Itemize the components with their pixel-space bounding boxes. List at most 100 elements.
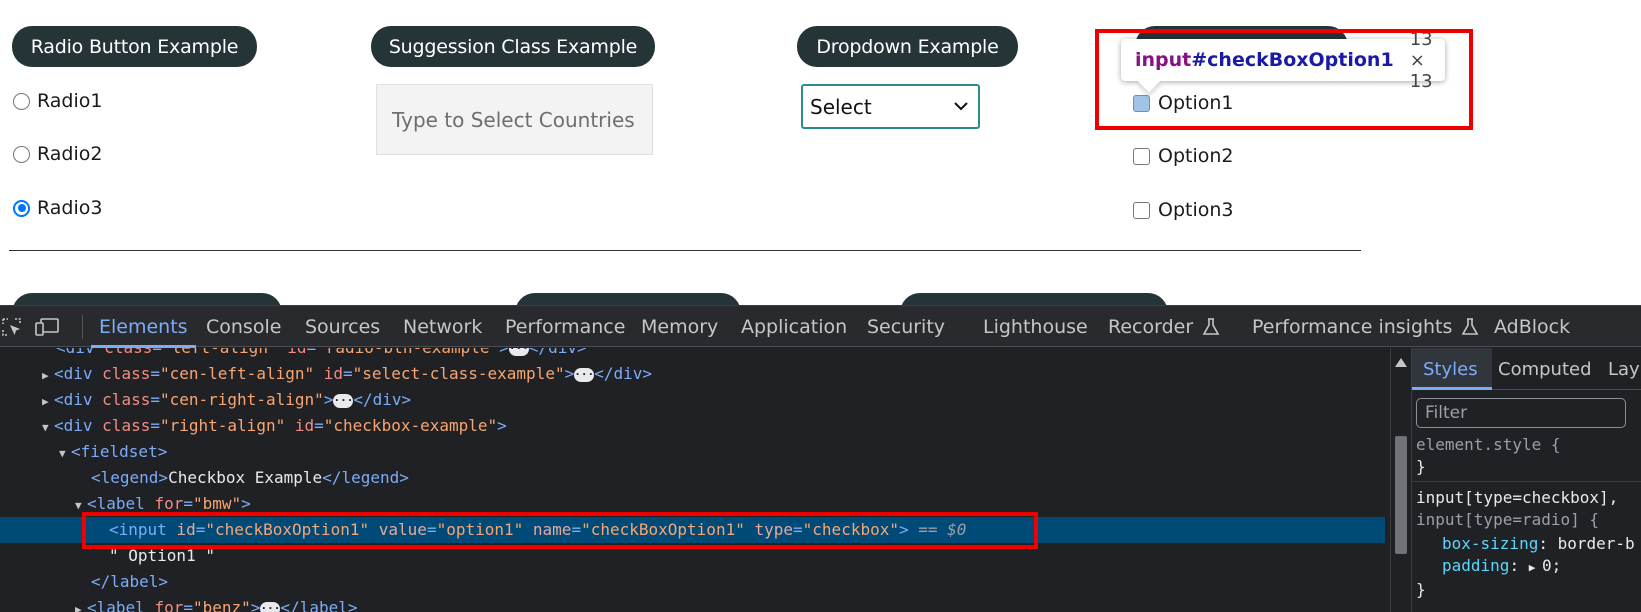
elements-tree: <div class="left-align" id="radio-btn-ex… [0, 348, 1390, 612]
tab-adblock-label: AdBlock [1494, 316, 1571, 338]
style-prop-padding[interactable]: padding: ▶ 0; [1442, 554, 1561, 578]
flask-icon [1202, 318, 1220, 335]
tab-layout-label: Lay [1608, 358, 1640, 380]
scroll-thumb[interactable] [1395, 436, 1407, 554]
autocomplete-placeholder: Type to Select Countries [392, 107, 635, 132]
suggestion-legend-text: Suggession Class Example [388, 35, 638, 58]
radio-option-3[interactable]: Radio3 [13, 197, 102, 219]
tab-security-label: Security [867, 316, 946, 338]
element-style-text: element.style { [1416, 435, 1561, 454]
highlight-box-checkbox [1095, 29, 1473, 130]
prop-padding-name: padding [1442, 556, 1510, 575]
checkbox-option2-box[interactable] [1133, 147, 1150, 165]
checkbox-option3-label: Option3 [1158, 199, 1234, 221]
flask-icon [1462, 318, 1479, 335]
toolbar-separator [82, 315, 83, 339]
elements-scrollbar[interactable] [1390, 348, 1410, 612]
radio-option-2[interactable]: Radio2 [13, 143, 102, 165]
tab-network[interactable]: Network [403, 306, 482, 348]
inspect-element-icon[interactable] [1, 317, 23, 337]
dom-line-checkbox-example[interactable]: ▼ <div class="right-align" id="checkbox-e… [0, 413, 1385, 439]
tab-elements[interactable]: Elements [91, 306, 196, 348]
element-style-close: } [1416, 455, 1426, 479]
tab-recorder-label: Recorder [1108, 316, 1194, 338]
tab-elements-label: Elements [99, 316, 188, 338]
dropdown-legend-text: Dropdown Example [816, 35, 999, 58]
radio-legend-text: Radio Button Example [30, 35, 239, 58]
dom-line-label-benz[interactable]: ▶ <label for="benz">···</label> [0, 595, 1385, 612]
tab-recorder[interactable]: Recorder [1108, 306, 1221, 348]
rule-selector-radio[interactable]: input[type=radio] { [1416, 508, 1599, 532]
radio2-button[interactable] [13, 145, 30, 163]
tab-network-label: Network [403, 316, 483, 338]
checkbox-option2-label: Option2 [1158, 145, 1234, 167]
checkbox-option-2[interactable]: Option2 [1133, 145, 1234, 167]
element-style-selector[interactable]: element.style { [1416, 433, 1561, 457]
rule-close: } [1416, 578, 1426, 602]
tab-console[interactable]: Console [206, 306, 281, 348]
tab-styles-label: Styles [1423, 358, 1478, 380]
checkbox-option-3[interactable]: Option3 [1133, 199, 1234, 221]
expand-arrow-icon[interactable]: ▶ [1529, 561, 1542, 574]
prop-padding-value: 0; [1541, 556, 1562, 575]
radio-legend: Radio Button Example [12, 26, 257, 67]
tab-security[interactable]: Security [867, 306, 945, 348]
dom-line-fieldset[interactable]: ▼ <fieldset> [0, 439, 1385, 465]
device-toolbar-icon[interactable] [34, 317, 60, 337]
tab-layout[interactable]: Lay [1608, 348, 1640, 390]
tab-lighthouse[interactable]: Lighthouse [983, 306, 1088, 348]
dom-line-label-close[interactable]: </label> [0, 569, 1385, 595]
tab-computed[interactable]: Computed [1498, 348, 1592, 390]
devtools-panel: Elements Console Sources Network Perform… [0, 305, 1641, 612]
prop-box-sizing-value: border-b [1557, 534, 1635, 553]
screen: Radio Button Example Radio1 Radio2 Radio… [0, 0, 1641, 612]
brace-close-1: } [1416, 457, 1426, 476]
tab-performance-insights[interactable]: Performance insights [1252, 306, 1480, 348]
checkbox-option3-box[interactable] [1133, 201, 1150, 219]
tab-memory[interactable]: Memory [641, 306, 718, 348]
dom-line-legend[interactable]: <legend>Checkbox Example</legend> [0, 465, 1385, 491]
label-close-tag: </label> [91, 572, 169, 591]
brace-close-2: } [1416, 580, 1426, 599]
radio-option-1[interactable]: Radio1 [13, 90, 102, 112]
tab-adblock[interactable]: AdBlock [1494, 306, 1570, 348]
chevron-down-icon [954, 102, 968, 111]
rule-separator [1412, 481, 1641, 482]
tab-sources-label: Sources [305, 316, 381, 338]
styles-filter-input[interactable]: Filter [1416, 398, 1626, 428]
filter-placeholder: Filter [1425, 403, 1468, 423]
scroll-up-arrow-icon[interactable] [1395, 358, 1407, 367]
styles-tabs: Styles Computed Lay [1412, 348, 1641, 390]
tab-memory-label: Memory [641, 316, 719, 338]
highlight-box-input [82, 512, 1038, 549]
rule-selector-2-text: input[type=radio] { [1416, 510, 1600, 529]
style-prop-box-sizing[interactable]: box-sizing: border-b [1442, 532, 1635, 556]
country-autocomplete-input[interactable]: Type to Select Countries [376, 84, 653, 155]
radio1-button[interactable] [13, 92, 30, 110]
dom-line-select-class[interactable]: ▶ <div class="cen-left-align" id="select-… [0, 361, 1385, 387]
dropdown-legend: Dropdown Example [797, 26, 1018, 67]
radio3-label: Radio3 [37, 197, 103, 219]
rule-selector-1-text: input[type=checkbox], [1416, 488, 1619, 507]
tab-console-label: Console [206, 316, 282, 338]
devtools-tabbar: Elements Console Sources Network Perform… [0, 305, 1641, 348]
dropdown-select[interactable]: Select [801, 84, 980, 129]
tab-application[interactable]: Application [741, 306, 847, 348]
radio3-button[interactable] [13, 199, 30, 217]
dom-line-cut[interactable]: <div class="left-align" id="radio-btn-ex… [0, 348, 1385, 361]
tab-computed-label: Computed [1498, 358, 1592, 380]
prop-box-sizing-name: box-sizing [1442, 534, 1539, 553]
styles-pane: Styles Computed Lay Filter element.style… [1411, 348, 1641, 612]
radio2-label: Radio2 [37, 143, 103, 165]
tab-styles[interactable]: Styles [1412, 348, 1492, 390]
tab-performance-insights-label: Performance insights [1252, 316, 1453, 338]
tab-sources[interactable]: Sources [305, 306, 380, 348]
dropdown-selected-value: Select [810, 94, 872, 119]
tab-performance[interactable]: Performance [505, 306, 625, 348]
tab-lighthouse-label: Lighthouse [983, 316, 1088, 338]
tab-performance-label: Performance [505, 316, 626, 338]
legend-text-node: Checkbox Example [168, 468, 323, 487]
dom-line-cen-right[interactable]: ▶ <div class="cen-right-align">···</div> [0, 387, 1385, 413]
rule-selector-checkbox[interactable]: input[type=checkbox], [1416, 486, 1618, 510]
tab-application-label: Application [741, 316, 848, 338]
